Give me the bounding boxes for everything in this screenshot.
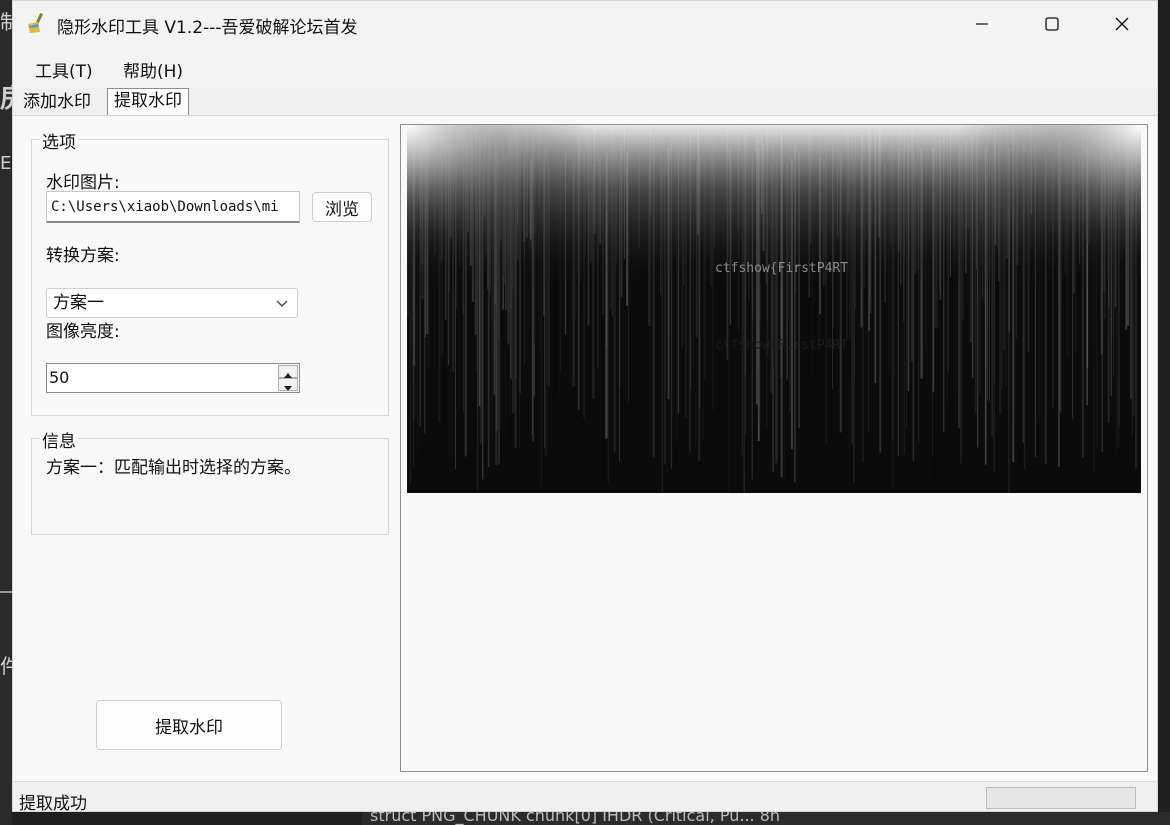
extract-tab-page: 选项 水印图片: C:\Users\xiaob\Downloads\mi 浏览 … [13,115,1157,781]
menu-help[interactable]: 帮助(H) [123,57,183,82]
minimize-icon [976,23,988,25]
background-glyph: 件 [0,654,12,678]
browse-button[interactable]: 浏览 [312,192,372,222]
background-glyph: Ec [0,153,12,174]
background-desktop-strip: 制 房 Ec 件 [0,0,12,825]
progress-bar [986,787,1136,809]
info-group-title: 信息 [40,427,78,452]
scheme-selected-value: 方案一 [53,293,104,313]
noise-texture: ctfshow{FirstP4RT ctfshow{FirstP4RT [407,125,1141,493]
extracted-watermark-image: ctfshow{FirstP4RT ctfshow{FirstP4RT [407,125,1141,493]
watermark-text-ghost: ctfshow{FirstP4RT [715,338,848,353]
info-text: 方案一：匹配输出时选择的方案。 [46,458,301,478]
scheme-select[interactable]: 方案一 [46,288,298,318]
close-icon [1115,17,1129,31]
background-editor-text: struct PNG_CHUNK chunk[0] IHDR (Critical… [370,812,781,825]
background-glyph: 房 [0,78,12,115]
brightness-label: 图像亮度: [46,322,120,342]
menu-tools[interactable]: 工具(T) [35,57,93,82]
broom-app-icon [28,13,43,33]
options-group-title: 选项 [40,128,78,153]
tab-extract-watermark[interactable]: 提取水印 [107,88,189,116]
watermark-text: ctfshow{FirstP4RT [715,261,848,276]
tab-strip: 添加水印 提取水印 [13,88,313,116]
status-bar: 提取成功 [13,781,1157,814]
options-group: 选项 水印图片: C:\Users\xiaob\Downloads\mi 浏览 … [31,128,389,416]
preview-panel: ctfshow{FirstP4RT ctfshow{FirstP4RT [400,124,1148,772]
background-divider [0,591,12,593]
app-window: 隐形水印工具 V1.2---吾爱破解论坛首发 工具(T) 帮助(H) 添加水印 … [12,0,1158,814]
brightness-stepper[interactable]: 50 [46,363,300,393]
stepper-up-button[interactable] [278,365,298,378]
watermark-image-label: 水印图片: [46,173,120,193]
info-group: 信息 方案一：匹配输出时选择的方案。 [31,427,389,535]
stepper-buttons [278,365,298,391]
scheme-label: 转换方案: [46,246,120,266]
background-editor-strip: struct PNG_CHUNK chunk[0] IHDR (Critical… [362,812,1170,825]
menu-bar: 工具(T) 帮助(H) [13,47,1157,87]
triangle-down-icon [284,386,292,391]
watermark-image-path-input[interactable]: C:\Users\xiaob\Downloads\mi [46,191,300,223]
stepper-down-button[interactable] [278,378,298,391]
maximize-button[interactable] [1017,1,1087,47]
status-text: 提取成功 [19,794,87,814]
extract-watermark-button[interactable]: 提取水印 [96,700,282,750]
window-title: 隐形水印工具 V1.2---吾爱破解论坛首发 [57,18,358,38]
brightness-value: 50 [49,368,70,387]
watermark-image-path-value: C:\Users\xiaob\Downloads\mi [51,199,279,215]
minimize-button[interactable] [947,1,1017,47]
close-button[interactable] [1087,1,1157,47]
chevron-down-icon [276,300,288,307]
maximize-icon [1045,17,1059,31]
tab-add-watermark[interactable]: 添加水印 [17,90,97,116]
background-glyph: 制 [0,10,12,34]
title-bar[interactable]: 隐形水印工具 V1.2---吾爱破解论坛首发 [13,1,1157,47]
